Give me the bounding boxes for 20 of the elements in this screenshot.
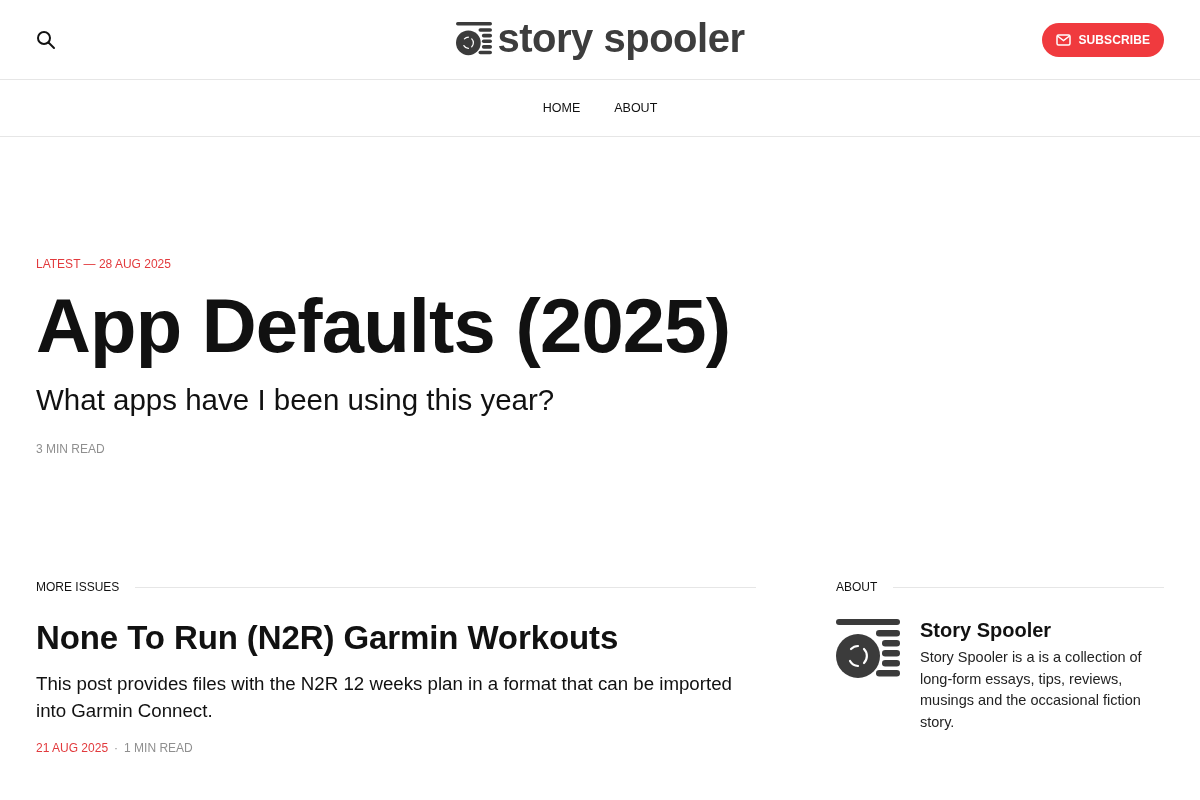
separator-dot: · [114,740,119,756]
post-excerpt: This post provides files with the N2R 12 weeks plan in a format that can be imported into Garmin Connect. [36,672,733,723]
featured-subtitle: What apps have I been using this year? [36,382,556,418]
section-heading: MORE ISSUES [36,579,120,595]
reading-time: 1 MIN READ [124,740,193,756]
featured-title[interactable]: App Defaults (2025) [36,284,1164,368]
logo-text[interactable]: story spooler [497,17,745,58]
mail-icon [1056,33,1072,46]
nav-link[interactable]: HOME [542,101,581,115]
spool-logo-icon [455,21,492,58]
about-title: Story Spooler [920,618,1053,642]
latest-label: LATEST — 28 AUG 2025 [36,256,172,272]
section-heading: ABOUT [836,579,878,595]
nav-link[interactable]: ABOUT [614,101,658,115]
post-date: 21 AUG 2025 [36,740,109,756]
search-icon[interactable] [36,29,56,50]
reading-time: 3 MIN READ [36,441,106,457]
subscribe-button[interactable]: SUBSCRIBE [1042,22,1164,57]
about-description: Story Spooler is a is a collection of long-form essays, tips, reviews, musings and the occasional fiction story. [920,648,1143,732]
post-title[interactable]: None To Run (N2R) Garmin Workouts [36,618,756,658]
